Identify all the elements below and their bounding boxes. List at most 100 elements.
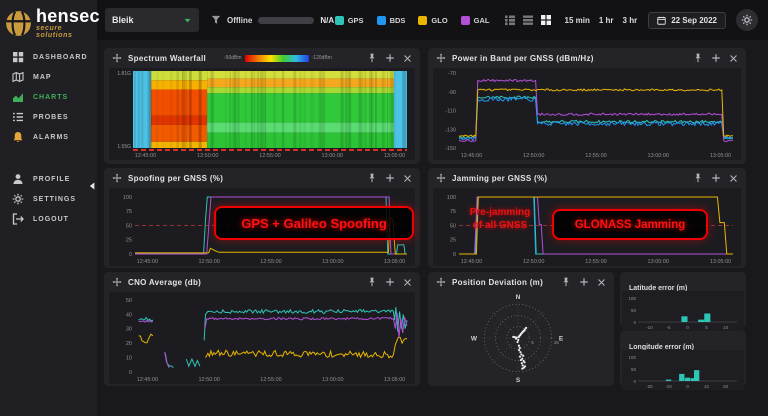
svg-text:13:05:00: 13:05:00 <box>710 153 731 159</box>
svg-text:13:00:00: 13:00:00 <box>322 259 343 265</box>
plus-icon <box>579 277 589 287</box>
legend-glo[interactable]: GLO <box>418 16 447 25</box>
move-icon <box>436 277 446 287</box>
panel-title: Power in Band per GNSS (dBm/Hz) <box>452 54 594 63</box>
panel-position-deviation: Position Deviation (m) 515NESW <box>428 272 614 386</box>
latitude-error-chart[interactable]: 050100-10-50510 <box>622 291 744 331</box>
settings-button[interactable] <box>736 9 758 31</box>
panel-power-in-band: Power in Band per GNSS (dBm/Hz) -70-90-1… <box>428 48 746 164</box>
settings-icon <box>12 193 24 205</box>
close-button[interactable] <box>403 278 412 287</box>
svg-text:10: 10 <box>704 384 710 389</box>
close-button[interactable] <box>729 174 738 183</box>
list-view-icon <box>504 14 516 26</box>
svg-text:12:50:00: 12:50:00 <box>198 377 219 383</box>
svg-text:12:55:00: 12:55:00 <box>259 153 280 159</box>
pin-button[interactable] <box>367 173 377 183</box>
svg-text:13:00:00: 13:00:00 <box>322 377 343 383</box>
svg-text:12:55:00: 12:55:00 <box>260 377 281 383</box>
sidebar-item-logout[interactable]: LOGOUT <box>0 209 97 229</box>
sidebar-collapse-button[interactable] <box>88 182 96 190</box>
add-button[interactable] <box>579 277 589 287</box>
date-value: 22 Sep 2022 <box>671 16 717 25</box>
sidebar-item-profile[interactable]: PROFILE <box>0 169 97 189</box>
svg-text:50: 50 <box>631 308 637 313</box>
longitude-error-chart[interactable]: 050100-20-1001020 <box>622 350 744 390</box>
drag-handle-icon[interactable] <box>112 173 122 183</box>
cno-average-chart[interactable]: 5040302010012:45:0012:50:0012:55:0013:00… <box>109 292 415 384</box>
move-icon <box>112 173 122 183</box>
add-button[interactable] <box>711 173 721 183</box>
svg-text:12:55:00: 12:55:00 <box>585 153 606 159</box>
drag-handle-icon[interactable] <box>436 277 446 287</box>
pin-button[interactable] <box>367 277 377 287</box>
list-view-button[interactable] <box>504 14 516 26</box>
panel-title: Jamming per GNSS (%) <box>452 174 547 183</box>
legend-gps[interactable]: GPS <box>335 16 364 25</box>
grid-view-button[interactable] <box>540 14 552 26</box>
close-button[interactable] <box>597 278 606 287</box>
pin-button[interactable] <box>693 173 703 183</box>
legend-bds[interactable]: BDS <box>377 16 406 25</box>
svg-text:-10: -10 <box>665 384 672 389</box>
legend-swatch <box>377 16 386 25</box>
svg-text:12:45:00: 12:45:00 <box>137 259 158 265</box>
legend-gal[interactable]: GAL <box>461 16 490 25</box>
rows-view-button[interactable] <box>522 14 534 26</box>
range-15-min[interactable]: 15 min <box>565 16 590 25</box>
legend-swatch <box>461 16 470 25</box>
pin-icon <box>693 173 703 183</box>
range-3-hr[interactable]: 3 hr <box>623 16 638 25</box>
svg-text:-150: -150 <box>445 146 456 152</box>
add-button[interactable] <box>385 173 395 183</box>
sidebar-item-settings[interactable]: SETTINGS <box>0 189 97 209</box>
plus-icon <box>385 277 395 287</box>
drag-handle-icon[interactable] <box>436 173 446 183</box>
drag-handle-icon[interactable] <box>112 53 122 63</box>
legend-label: GLO <box>431 16 447 25</box>
pin-button[interactable] <box>561 277 571 287</box>
date-picker[interactable]: 22 Sep 2022 <box>648 12 726 29</box>
add-button[interactable] <box>711 53 721 63</box>
offline-slider[interactable] <box>258 17 314 24</box>
pin-button[interactable] <box>693 53 703 63</box>
gnss-legend: GPS BDS GLO GAL <box>335 16 490 25</box>
panel-cno-average: CNO Average (db) 5040302010012:45:0012:5… <box>104 272 420 386</box>
legend-swatch <box>335 16 344 25</box>
charts-icon <box>12 91 24 103</box>
probe-site-select[interactable]: Bleik <box>105 8 199 32</box>
drag-handle-icon[interactable] <box>112 277 122 287</box>
sidebar-item-alarms[interactable]: ALARMS <box>0 127 97 147</box>
grid-view-icon <box>540 14 552 26</box>
sidebar-item-charts[interactable]: CHARTS <box>0 87 97 107</box>
sidebar-item-dashboard[interactable]: DASHBOARD <box>0 47 97 67</box>
pin-button[interactable] <box>367 53 377 63</box>
brand-name: hensec <box>36 8 100 24</box>
gear-icon <box>741 14 753 26</box>
probes-icon <box>12 111 24 123</box>
position-deviation-chart[interactable]: 515NESW <box>430 292 612 384</box>
panel-title: Longitude error (m) <box>629 344 694 351</box>
plus-icon <box>385 173 395 183</box>
brand-tagline: secure solutions <box>36 25 100 39</box>
drag-handle-icon[interactable] <box>436 53 446 63</box>
sidebar-item-label: CHARTS <box>33 94 68 101</box>
sidebar-item-probes[interactable]: PROBES <box>0 107 97 127</box>
collapse-arrow-icon <box>88 182 96 190</box>
dashboard-content: Spectrum Waterfall -50dBm -120dBm 1.81G1… <box>97 40 768 416</box>
add-button[interactable] <box>385 53 395 63</box>
add-button[interactable] <box>385 277 395 287</box>
close-button[interactable] <box>729 54 738 63</box>
close-button[interactable] <box>403 174 412 183</box>
pin-icon <box>693 53 703 63</box>
spectrum-waterfall-chart[interactable]: 1.81G1.55G12:45:0012:50:0012:55:0013:00:… <box>109 68 415 160</box>
range-1-hr[interactable]: 1 hr <box>599 16 614 25</box>
svg-text:20: 20 <box>723 384 729 389</box>
close-button[interactable] <box>403 54 412 63</box>
svg-text:12:45:00: 12:45:00 <box>137 377 158 383</box>
svg-text:13:05:00: 13:05:00 <box>384 153 405 159</box>
svg-text:-10: -10 <box>646 325 653 330</box>
power-in-band-chart[interactable]: -70-90-110-130-15012:45:0012:50:0012:55:… <box>433 68 741 160</box>
sidebar-item-map[interactable]: MAP <box>0 67 97 87</box>
svg-text:13:00:00: 13:00:00 <box>648 153 669 159</box>
